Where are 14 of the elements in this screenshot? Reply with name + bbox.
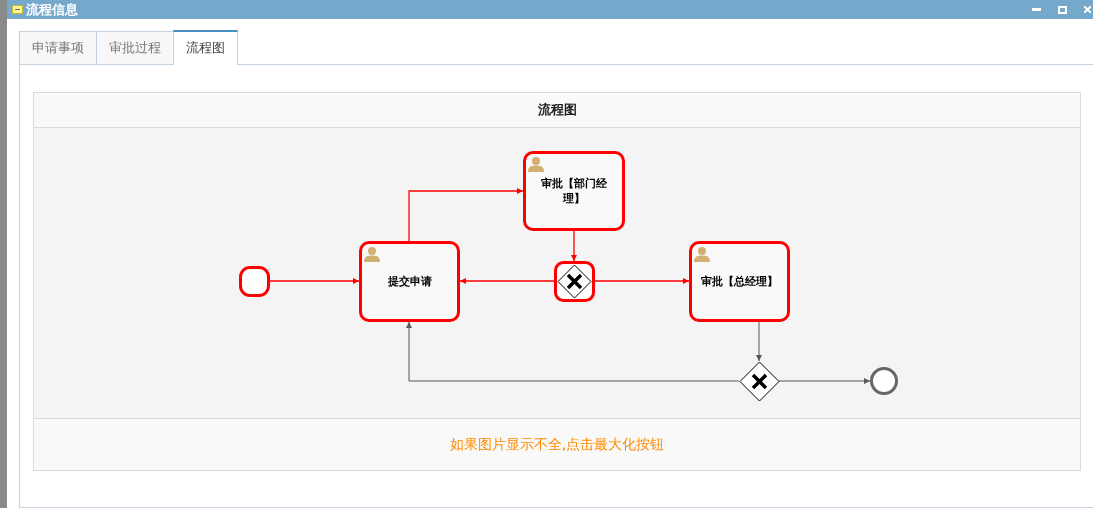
task-label: 审批【总经理】 bbox=[700, 274, 779, 289]
window-icon bbox=[12, 5, 23, 14]
user-icon bbox=[694, 246, 710, 262]
user-icon bbox=[528, 156, 544, 172]
task-label: 提交申请 bbox=[386, 274, 433, 289]
maximize-icon[interactable] bbox=[1058, 5, 1067, 14]
close-icon[interactable] bbox=[1084, 6, 1091, 13]
task-label: 审批【部门经理】 bbox=[540, 176, 608, 206]
hint-text: 如果图片显示不全,点击最大化按钮 bbox=[449, 435, 665, 454]
window-title: 流程信息 bbox=[26, 1, 78, 18]
user-icon bbox=[364, 246, 380, 262]
tab[interactable]: 流程图 bbox=[173, 30, 238, 65]
tab[interactable]: 审批过程 bbox=[96, 31, 174, 64]
tab[interactable]: 申请事项 bbox=[19, 31, 97, 64]
